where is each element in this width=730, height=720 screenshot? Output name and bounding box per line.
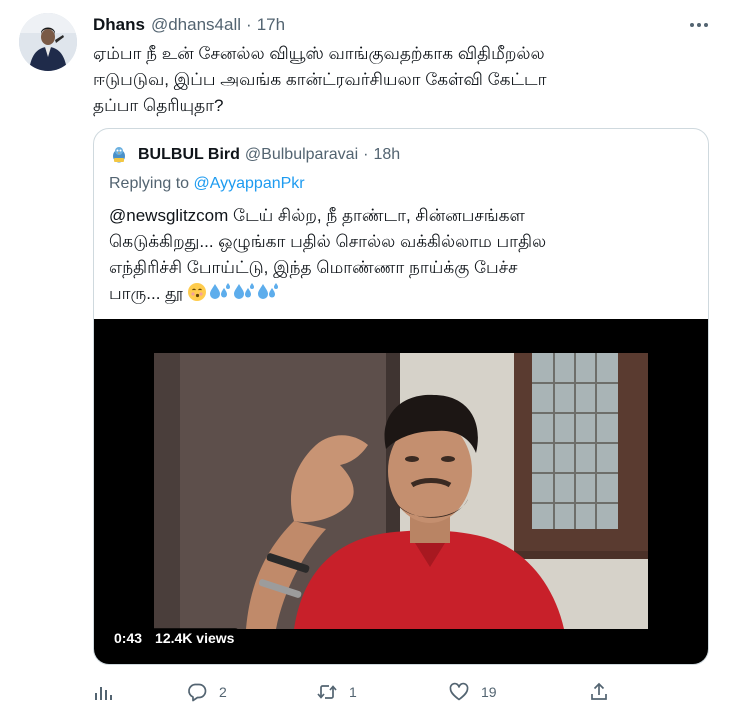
author-handle[interactable]: @dhans4all bbox=[151, 15, 241, 35]
quoted-text-line-last: பாரு... தூ bbox=[109, 281, 699, 307]
replying-to-label: Replying to bbox=[109, 175, 190, 192]
tweet-text-line: தப்பா தெரியுதா? bbox=[93, 96, 224, 115]
reply-icon bbox=[188, 683, 207, 702]
sweat-droplets-emoji bbox=[258, 283, 279, 299]
author-name[interactable]: Dhans bbox=[93, 15, 145, 35]
header-separator: · bbox=[246, 15, 252, 34]
like-count: 19 bbox=[481, 684, 497, 700]
quoted-timestamp[interactable]: 18h bbox=[373, 146, 400, 164]
emoji-group bbox=[187, 282, 279, 302]
tweet-text: ஏம்பா நீ உன் சேனல்ல வியூஸ் வாங்குவதற்காக… bbox=[93, 41, 703, 119]
retweet-count: 1 bbox=[349, 684, 357, 700]
tweet-timestamp[interactable]: 17h bbox=[257, 15, 285, 35]
tweet-actions: 2 1 19 bbox=[93, 680, 618, 704]
kissing-face-emoji bbox=[188, 283, 207, 301]
video-thumbnail[interactable] bbox=[154, 353, 648, 629]
like-button[interactable]: 19 bbox=[449, 680, 497, 704]
replying-to-handle[interactable]: @AyyappanPkr bbox=[194, 175, 305, 192]
heart-icon bbox=[449, 682, 469, 701]
quoted-tweet-header: BULBUL Bird @Bulbulparavai · 18h bbox=[108, 143, 400, 167]
tweet-header: Dhans @dhans4all · 17h bbox=[93, 14, 285, 36]
quoted-text-line: @newsglitzcom டேய் சில்ற, நீ தாண்டா, சின… bbox=[109, 206, 525, 225]
video-duration: 0:43 bbox=[114, 630, 143, 646]
analytics-button[interactable] bbox=[93, 680, 113, 704]
quoted-author-avatar[interactable] bbox=[108, 144, 130, 166]
quoted-author-handle[interactable]: @Bulbulparavai bbox=[245, 146, 358, 164]
video-views: 12.4K views bbox=[150, 628, 240, 648]
quoted-header-separator: · bbox=[363, 146, 369, 163]
quoted-author-name[interactable]: BULBUL Bird bbox=[138, 146, 240, 164]
video-info: 0:43 12.4K views bbox=[112, 628, 240, 648]
quoted-text-line: கெடுக்கிறது... ஒழுங்கா பதில் சொல்ல வக்கி… bbox=[109, 232, 547, 251]
reply-count: 2 bbox=[219, 684, 227, 700]
quoted-text-line: எந்திரிச்சி போய்ட்டு, இந்த மொண்ணா நாய்க்… bbox=[109, 258, 518, 277]
share-button[interactable] bbox=[589, 680, 609, 704]
retweet-button[interactable]: 1 bbox=[317, 680, 357, 704]
replying-to: Replying to @AyyappanPkr bbox=[109, 175, 305, 193]
tweet-text-line: ஈடுபடுவ, இப்ப அவங்க கான்ட்ரவர்சியலா கேள்… bbox=[93, 70, 547, 89]
quoted-tweet[interactable]: BULBUL Bird @Bulbulparavai · 18h Replyin… bbox=[93, 128, 709, 665]
retweet-icon bbox=[317, 685, 337, 699]
quoted-tweet-text: @newsglitzcom டேய் சில்ற, நீ தாண்டா, சின… bbox=[109, 203, 699, 307]
sweat-droplets-emoji bbox=[234, 283, 255, 299]
quoted-text-line: பாரு... தூ bbox=[109, 284, 184, 303]
tweet-text-line: ஏம்பா நீ உன் சேனல்ல வியூஸ் வாங்குவதற்காக… bbox=[93, 44, 545, 63]
tweet: Dhans @dhans4all · 17h ஏம்பா நீ உன் சேனல… bbox=[0, 0, 730, 720]
author-avatar[interactable] bbox=[19, 13, 77, 71]
video-player[interactable]: 0:43 12.4K views bbox=[94, 319, 708, 664]
sweat-droplets-emoji bbox=[210, 283, 231, 299]
share-icon bbox=[591, 682, 607, 700]
reply-button[interactable]: 2 bbox=[187, 680, 227, 704]
analytics-icon bbox=[95, 687, 112, 700]
more-options-icon[interactable] bbox=[686, 14, 712, 36]
